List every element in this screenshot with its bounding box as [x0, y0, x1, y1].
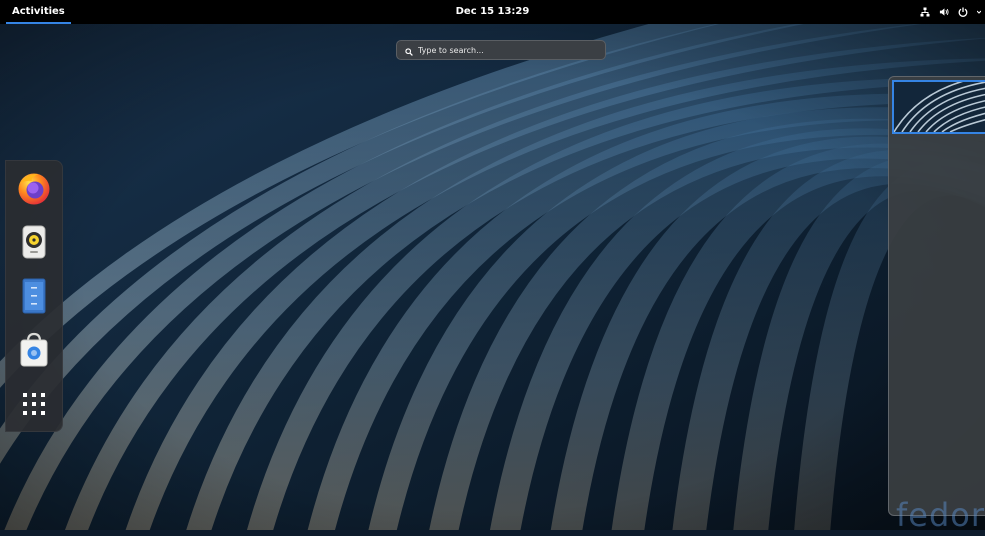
show-applications-button[interactable]	[15, 385, 53, 423]
files-icon	[22, 278, 46, 314]
top-bar: Activities Dec 15 13:29	[0, 0, 985, 24]
fedora-watermark: fedora	[896, 496, 985, 534]
volume-icon[interactable]	[939, 6, 949, 18]
dash-item-rhythmbox[interactable]	[15, 223, 53, 261]
date-time: Dec 15 13:29	[0, 0, 985, 24]
system-tray[interactable]	[920, 0, 985, 24]
dash-item-firefox[interactable]	[15, 169, 53, 207]
clock-label[interactable]: Dec 15 13:29	[456, 6, 530, 17]
search-bar[interactable]	[396, 40, 606, 60]
dash-item-software[interactable]	[15, 331, 53, 369]
chevron-down-icon[interactable]	[977, 6, 981, 18]
activities-button[interactable]: Activities	[6, 0, 71, 24]
app-grid-icon	[23, 393, 45, 415]
power-icon[interactable]	[958, 6, 968, 18]
dash-item-files[interactable]	[15, 277, 53, 315]
search-icon	[405, 41, 413, 60]
rhythmbox-icon	[22, 225, 46, 259]
software-icon	[20, 332, 48, 367]
workspace-switcher	[888, 76, 985, 516]
firefox-icon	[18, 173, 50, 205]
desktop-wallpaper	[0, 0, 985, 530]
dash	[5, 160, 63, 432]
search-input[interactable]	[418, 45, 588, 55]
workspace-thumbnail[interactable]	[892, 80, 985, 134]
network-icon[interactable]	[920, 6, 930, 18]
